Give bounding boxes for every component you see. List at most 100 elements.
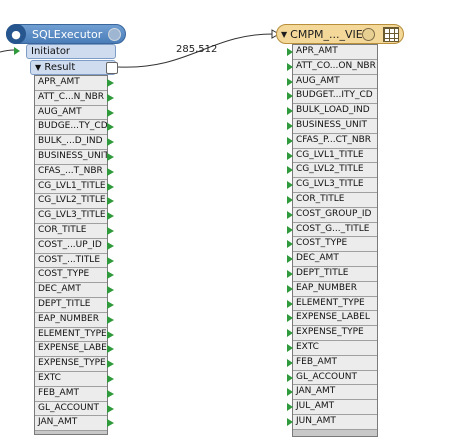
attribute-row[interactable]: COR_TITLE xyxy=(293,192,377,208)
output-port-arrow-icon[interactable] xyxy=(107,271,114,280)
attribute-row[interactable]: DEPT_TITLE xyxy=(35,297,107,313)
attribute-row[interactable]: GL_ACCOUNT xyxy=(293,370,377,386)
feature-count-label[interactable]: 285,512 xyxy=(176,44,217,55)
input-port-arrow-icon[interactable] xyxy=(287,358,293,367)
attribute-row[interactable]: BULK_LOAD_IND xyxy=(293,104,377,119)
result-port[interactable]: ▼ Result xyxy=(30,60,116,75)
attribute-row[interactable]: EXPENSE_LABEL xyxy=(293,311,377,327)
collapse-arrow-icon[interactable]: ▼ xyxy=(35,63,41,72)
attribute-row[interactable]: DEPT_TITLE xyxy=(293,266,377,282)
attribute-row[interactable]: COR_TITLE xyxy=(35,223,107,239)
gear-icon[interactable] xyxy=(362,28,375,41)
attribute-row[interactable]: EXTC xyxy=(293,340,377,356)
input-port-arrow-icon[interactable] xyxy=(287,62,293,71)
input-port-arrow-icon[interactable] xyxy=(287,314,293,323)
input-port-arrow-icon[interactable] xyxy=(287,270,293,278)
attribute-row[interactable]: COST_G..._TITLE xyxy=(293,222,377,238)
input-port-arrow-icon[interactable] xyxy=(287,107,293,116)
attribute-row[interactable]: EXPENSE_TYPE xyxy=(293,326,377,341)
attribute-row[interactable]: JAN_AMT xyxy=(35,416,107,432)
attribute-row[interactable]: EXPENSE_LABEL xyxy=(35,342,107,358)
attribute-row[interactable]: JUN_AMT xyxy=(293,414,377,430)
input-port-arrow-icon[interactable] xyxy=(287,418,293,426)
attribute-row[interactable]: EXTC xyxy=(35,371,107,387)
input-port-arrow-icon[interactable] xyxy=(287,136,293,145)
output-port-arrow-icon[interactable] xyxy=(107,241,114,250)
sqlexecutor-header[interactable]: ● SQLExecutor xyxy=(6,24,126,44)
input-port-arrow-icon[interactable] xyxy=(287,225,293,234)
output-port-arrow-icon[interactable] xyxy=(107,389,114,398)
input-port-arrow-icon[interactable] xyxy=(287,344,293,352)
attribute-row[interactable]: FEB_AMT xyxy=(293,355,377,371)
output-port-arrow-icon[interactable] xyxy=(107,256,114,265)
writer-feature-type-header[interactable]: ▼ CMPM_..._VIEW xyxy=(276,24,404,44)
attribute-row[interactable]: CG_LVL3_TITLE xyxy=(35,209,107,224)
attribute-row[interactable]: BUDGE...TY_CD xyxy=(35,120,107,136)
attribute-row[interactable]: CG_LVL3_TITLE xyxy=(293,178,377,193)
output-port-arrow-icon[interactable] xyxy=(107,227,114,235)
attribute-row[interactable]: AUG_AMT xyxy=(293,74,377,90)
output-port-arrow-icon[interactable] xyxy=(107,375,114,383)
attribute-row[interactable]: FEB_AMT xyxy=(35,386,107,402)
input-port-arrow-icon[interactable] xyxy=(287,373,293,382)
attribute-row[interactable]: BUSINESS_UNIT xyxy=(35,149,107,165)
input-port-arrow-icon[interactable] xyxy=(287,299,293,308)
attribute-row[interactable]: CG_LVL2_TITLE xyxy=(35,194,107,210)
attribute-row[interactable]: JUL_AMT xyxy=(293,400,377,415)
initiator-port[interactable]: Initiator xyxy=(26,44,116,59)
attribute-row[interactable]: ELEMENT_TYPE xyxy=(293,296,377,312)
output-port-arrow-icon[interactable] xyxy=(107,167,114,176)
attribute-row[interactable]: CG_LVL1_TITLE xyxy=(35,179,107,195)
output-port-arrow-icon[interactable] xyxy=(107,419,114,428)
input-port-arrow-icon[interactable] xyxy=(287,388,293,397)
output-port-arrow-icon[interactable] xyxy=(107,212,114,221)
attribute-row[interactable]: COST_TYPE xyxy=(293,237,377,253)
attribute-row[interactable]: DEC_AMT xyxy=(35,283,107,298)
output-port-arrow-icon[interactable] xyxy=(107,123,114,132)
input-port-arrow-icon[interactable] xyxy=(287,196,293,204)
input-port-arrow-icon[interactable] xyxy=(287,284,293,293)
input-port-arrow-icon[interactable] xyxy=(287,166,293,175)
attribute-row[interactable]: CFAS_P...CT_NBR xyxy=(293,133,377,149)
output-port-arrow-icon[interactable] xyxy=(107,182,114,191)
attribute-row[interactable]: CG_LVL2_TITLE xyxy=(293,163,377,179)
attribute-row[interactable]: COST_GROUP_ID xyxy=(293,207,377,223)
output-port-arrow-icon[interactable] xyxy=(107,79,114,87)
output-port-arrow-icon[interactable] xyxy=(107,93,114,102)
input-port-arrow-icon[interactable] xyxy=(287,181,293,190)
attribute-row[interactable]: APR_AMT xyxy=(35,76,107,91)
input-port-arrow-icon[interactable] xyxy=(287,255,293,264)
input-port-arrow-icon[interactable] xyxy=(287,151,293,160)
output-port-arrow-icon[interactable] xyxy=(107,301,114,309)
input-port-arrow-icon[interactable] xyxy=(287,403,293,412)
input-port-arrow-icon[interactable] xyxy=(287,329,293,338)
attribute-row[interactable]: GL_ACCOUNT xyxy=(35,401,107,417)
attribute-row[interactable]: EAP_NUMBER xyxy=(293,281,377,297)
output-port-arrow-icon[interactable] xyxy=(107,330,114,339)
attribute-row[interactable]: EAP_NUMBER xyxy=(35,312,107,328)
gear-icon[interactable] xyxy=(108,28,121,41)
output-port-arrow-icon[interactable] xyxy=(107,286,114,295)
attribute-row[interactable]: CG_LVL1_TITLE xyxy=(293,148,377,164)
input-port-arrow-icon[interactable] xyxy=(287,48,293,56)
attribute-row[interactable]: APR_AMT xyxy=(293,45,377,60)
attribute-row[interactable]: BUDGET...ITY_CD xyxy=(293,89,377,105)
output-port-arrow-icon[interactable] xyxy=(107,345,114,354)
result-output-port-icon[interactable] xyxy=(106,62,118,74)
attribute-row[interactable]: EXPENSE_TYPE xyxy=(35,357,107,372)
output-port-arrow-icon[interactable] xyxy=(107,360,114,369)
attribute-row[interactable]: BUSINESS_UNIT xyxy=(293,118,377,134)
attribute-row[interactable]: BULK_...D_IND xyxy=(35,135,107,150)
attribute-row[interactable]: COST_TYPE xyxy=(35,268,107,284)
attribute-row[interactable]: COST_...TITLE xyxy=(35,253,107,269)
attribute-row[interactable]: ELEMENT_TYPE xyxy=(35,327,107,343)
collapse-arrow-icon[interactable]: ▼ xyxy=(281,30,287,39)
attribute-row[interactable]: CFAS_...T_NBR xyxy=(35,164,107,180)
output-port-arrow-icon[interactable] xyxy=(107,404,114,413)
attribute-row[interactable]: AUG_AMT xyxy=(35,105,107,121)
attribute-row[interactable]: ATT_C...N_NBR xyxy=(35,90,107,106)
attribute-row[interactable]: DEC_AMT xyxy=(293,252,377,267)
attribute-row[interactable]: ATT_CO...ON_NBR xyxy=(293,59,377,75)
output-port-arrow-icon[interactable] xyxy=(107,153,114,161)
input-port-arrow-icon[interactable] xyxy=(287,77,293,86)
